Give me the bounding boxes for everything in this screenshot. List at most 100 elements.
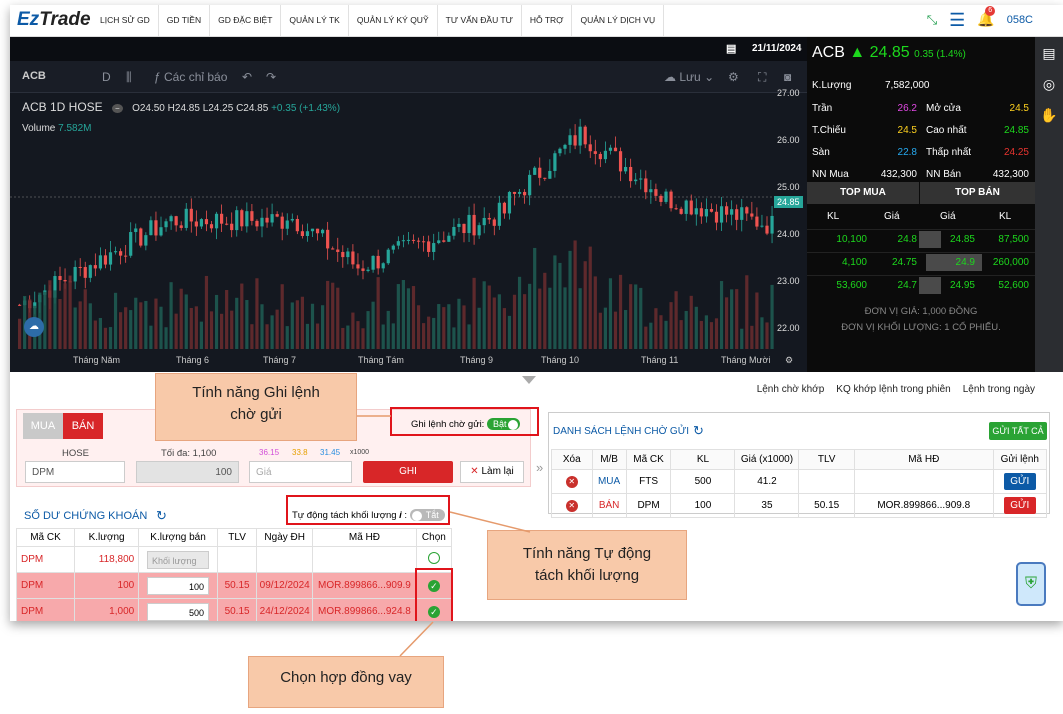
chart-symbol[interactable]: ACB <box>22 70 46 82</box>
quantity-input[interactable]: 100 <box>136 461 239 483</box>
fullscreen-icon[interactable]: ⛶ <box>758 70 766 85</box>
indicators-button[interactable]: ƒ Các chỉ báo <box>154 70 227 84</box>
menu-item[interactable]: TƯ VẤN ĐẦU TƯ <box>438 5 522 36</box>
volume-bar <box>265 324 269 349</box>
book-cell[interactable]: 4,100 <box>842 257 867 268</box>
refresh-icon[interactable]: ↻ <box>693 423 704 439</box>
orderbook-icon[interactable]: ▤ <box>1035 45 1063 62</box>
reset-button[interactable]: ✕ Làm lại <box>460 461 524 483</box>
redo-icon[interactable]: ↷ <box>266 70 276 84</box>
holdings-row[interactable]: DPM 100 100 50.15 09/12/2024 MOR.899866...909… <box>16 572 453 599</box>
candle-body <box>704 209 708 217</box>
volume-bar <box>396 284 400 349</box>
menu-item[interactable]: LỊCH SỬ GD <box>92 5 159 36</box>
candle-body <box>93 265 97 269</box>
candle-body <box>533 167 537 175</box>
candle-body <box>194 221 198 227</box>
send-button[interactable]: GỬI <box>1003 497 1036 514</box>
menu-item[interactable]: HỖ TRỢ <box>522 5 573 36</box>
book-cell[interactable]: 24.75 <box>892 257 917 268</box>
logo[interactable]: EzTrade <box>17 9 91 31</box>
save-button[interactable]: ☁ Lưu ⌄ <box>664 70 714 84</box>
order-link[interactable]: Lệnh trong ngày <box>963 384 1035 395</box>
volume-bar <box>730 289 734 349</box>
date-cell: 09/12/2024 <box>256 572 314 599</box>
send-button[interactable]: GỬI <box>1003 473 1036 490</box>
book-cell[interactable]: 53,600 <box>836 280 867 291</box>
order-link[interactable]: KQ khớp lệnh trong phiên <box>836 384 950 395</box>
expand-arrows-icon[interactable]: » <box>536 460 543 475</box>
account-id[interactable]: 058C <box>1007 14 1033 26</box>
hamburger-icon[interactable]: ☰ <box>949 11 965 29</box>
volume-bar <box>98 317 102 349</box>
time-settings-icon[interactable]: ⚙ <box>785 355 793 366</box>
delete-icon[interactable]: ✕ <box>565 499 578 512</box>
book-cell[interactable]: 87,500 <box>998 234 1029 245</box>
buy-tab[interactable]: MUA <box>23 413 63 439</box>
candle-type-icon[interactable]: ⫼ <box>126 70 132 85</box>
volume-bar <box>704 315 708 349</box>
book-cell[interactable]: 24.95 <box>950 280 975 291</box>
price-input[interactable]: Giá <box>249 461 352 483</box>
book-cell[interactable]: 10,100 <box>836 234 867 245</box>
menu-item[interactable]: QUẢN LÝ KÝ QUỸ <box>349 5 438 36</box>
settings-icon[interactable]: ⚙ <box>728 70 739 84</box>
volume-bar <box>507 315 512 349</box>
symbol-input[interactable]: DPM <box>25 461 125 483</box>
undo-icon[interactable]: ↶ <box>242 70 252 84</box>
sell-qty-input[interactable]: 500 <box>147 602 210 621</box>
sell-qty-input[interactable]: Khối lượng <box>147 550 210 569</box>
qty-cell[interactable]: 500 <box>670 469 736 494</box>
volume-bar <box>639 287 643 349</box>
candle-body <box>260 217 264 227</box>
floor-price[interactable]: 31.45 <box>320 448 340 457</box>
calendar-icon[interactable]: ▤ <box>726 42 736 55</box>
bell-icon[interactable]: 🔔 6 <box>977 6 996 28</box>
book-cell[interactable]: 52,600 <box>998 280 1029 291</box>
volume-bar <box>512 294 517 349</box>
price-cell[interactable]: 35 <box>734 493 800 518</box>
ref-price[interactable]: 33.8 <box>292 448 308 457</box>
collapse-arrow-icon[interactable] <box>522 376 536 384</box>
volume-bar <box>664 320 668 349</box>
menu-item[interactable]: QUẢN LÝ TK <box>281 5 349 36</box>
unchecked-circle-icon[interactable] <box>427 552 440 564</box>
volume-bar <box>629 284 633 349</box>
book-cell[interactable]: 24.9 <box>956 257 975 268</box>
menu-item[interactable]: GD TIỀN <box>159 5 211 36</box>
menu-item[interactable]: QUẢN LÝ DỊCH VỤ <box>572 5 665 36</box>
book-cell[interactable]: 24.7 <box>898 280 917 291</box>
price-cell[interactable]: 41.2 <box>734 469 800 494</box>
handshake-icon[interactable]: ✋ <box>1035 107 1063 124</box>
search-icon[interactable]: ◎ <box>1035 76 1063 93</box>
candlestick-plot[interactable] <box>10 94 775 349</box>
refresh-holdings-icon[interactable]: ↻ <box>156 508 167 524</box>
delete-icon[interactable]: ✕ <box>565 475 578 488</box>
interval-button[interactable]: D <box>102 70 111 84</box>
book-cell[interactable]: 24.85 <box>950 234 975 245</box>
volume-bar <box>164 327 168 349</box>
sell-qty-input[interactable]: 100 <box>147 576 210 595</box>
holdings-row[interactable]: DPM 1,000 500 50.15 24/12/2024 MOR.899866...9… <box>16 598 453 621</box>
book-cell[interactable]: 260,000 <box>993 257 1029 268</box>
book-cell[interactable]: 24.8 <box>898 234 917 245</box>
price-tick: 26.00 <box>777 135 800 145</box>
candle-body <box>240 210 244 227</box>
time-tick: Tháng Tám <box>358 355 404 365</box>
candle-body <box>760 225 764 227</box>
volume-bar <box>502 308 506 349</box>
mobile-app-icon[interactable]: ⛨ <box>1016 562 1046 606</box>
shrink-icon[interactable]: ⤡ <box>927 12 937 28</box>
ceiling-price[interactable]: 36.15 <box>259 448 279 457</box>
send-all-button[interactable]: GỬI TẤT CẢ <box>989 422 1047 440</box>
volume-bar <box>149 325 153 349</box>
candle-body <box>452 226 456 236</box>
order-link[interactable]: Lệnh chờ khớp <box>757 384 825 395</box>
menu-item[interactable]: GD ĐẶC BIỆT <box>210 5 282 36</box>
volume-bar <box>745 275 749 349</box>
camera-icon[interactable]: ◙ <box>784 70 791 84</box>
submit-order-button[interactable]: GHI <box>363 461 453 483</box>
holdings-row[interactable]: DPM 118,800 Khối lượng <box>16 546 453 573</box>
sell-tab[interactable]: BÁN <box>63 413 103 439</box>
qty-cell[interactable]: 100 <box>670 493 736 518</box>
